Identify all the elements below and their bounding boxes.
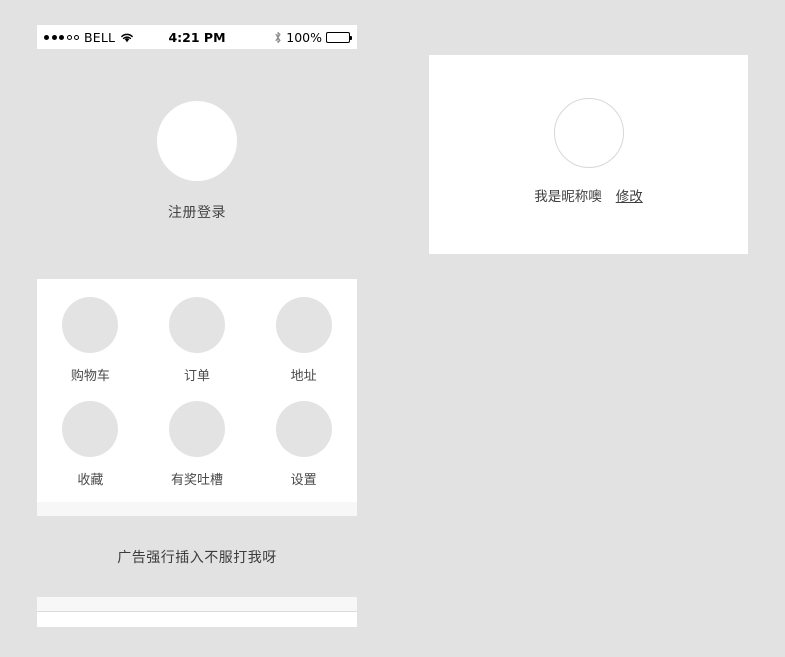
grid-item-orders[interactable]: 订单 — [144, 297, 251, 384]
grid-item-favorites[interactable]: 收藏 — [37, 401, 144, 488]
nickname-label: 我是昵称噢 — [534, 189, 602, 205]
mine-icon — [276, 626, 296, 627]
signal-dot — [44, 34, 49, 40]
signal-dot — [59, 34, 64, 40]
edit-nickname-link[interactable]: 修改 — [616, 185, 643, 205]
signal-dot-empty — [66, 34, 72, 40]
nickname-row: 我是昵称噢 修改 — [534, 185, 643, 205]
grid-item-label: 设置 — [290, 473, 317, 488]
register-login-label[interactable]: 注册登录 — [168, 202, 226, 222]
grid-item-label: 地址 — [290, 369, 317, 384]
tab-mine[interactable]: 我的 — [250, 626, 357, 627]
grid-item-address[interactable]: 地址 — [250, 297, 357, 384]
page-root: BELL 4:21 PM 100% 注册登录 购物车 订单 地址 收藏 有奖吐槽… — [0, 0, 785, 657]
signal-dot — [51, 34, 57, 40]
profile-detail-card: 我是昵称噢 修改 — [429, 55, 748, 254]
grid-item-label: 有奖吐槽 — [171, 473, 224, 488]
cart-icon — [62, 297, 119, 353]
shortcut-grid: 购物车 订单 地址 收藏 有奖吐槽 设置 — [37, 279, 357, 502]
address-icon — [275, 297, 332, 353]
tab-category[interactable]: 分类 — [144, 626, 251, 627]
signal-dot-empty — [74, 34, 79, 40]
ad-banner-text: 广告强行插入不服打我呀 — [117, 549, 277, 566]
grid-item-label: 收藏 — [77, 473, 104, 488]
avatar[interactable] — [553, 98, 624, 168]
status-bar: BELL 4:21 PM 100% — [37, 25, 357, 49]
grid-item-feedback[interactable]: 有奖吐槽 — [144, 401, 251, 488]
wifi-icon — [120, 32, 134, 43]
home-icon — [63, 626, 83, 627]
tab-home[interactable]: 首页 — [37, 626, 144, 627]
section-gap-bottom — [37, 597, 357, 611]
ad-banner[interactable]: 广告强行插入不服打我呀 — [37, 516, 357, 597]
battery-icon — [326, 31, 352, 43]
favorites-icon — [62, 401, 119, 457]
tab-label-active: 我的 — [304, 626, 331, 627]
phone-mockup: BELL 4:21 PM 100% 注册登录 购物车 订单 地址 收藏 有奖吐槽… — [37, 25, 357, 627]
grid-item-label: 购物车 — [70, 369, 110, 384]
section-gap-top — [37, 502, 357, 516]
feedback-icon — [169, 401, 225, 457]
grid-row: 收藏 有奖吐槽 设置 — [37, 401, 357, 488]
tab-label: 首页 — [90, 626, 117, 627]
orders-icon — [169, 297, 225, 353]
avatar[interactable] — [157, 100, 237, 181]
tab-bar: 首页 分类 我的 — [37, 611, 357, 627]
settings-icon — [275, 401, 332, 457]
profile-header[interactable]: 注册登录 — [37, 49, 357, 279]
grid-item-settings[interactable]: 设置 — [250, 401, 357, 488]
status-bar-left: BELL — [44, 30, 134, 45]
grid-row: 购物车 订单 地址 — [37, 297, 357, 384]
status-bar-right: 100% — [274, 29, 352, 45]
tab-label: 分类 — [197, 626, 224, 627]
battery-percent-label: 100% — [286, 29, 322, 45]
grid-item-label: 订单 — [184, 369, 211, 384]
grid-item-cart[interactable]: 购物车 — [37, 297, 144, 384]
bluetooth-icon — [274, 31, 282, 44]
carrier-label: BELL — [84, 29, 116, 45]
category-icon — [170, 626, 189, 627]
signal-strength-icon — [44, 34, 79, 40]
